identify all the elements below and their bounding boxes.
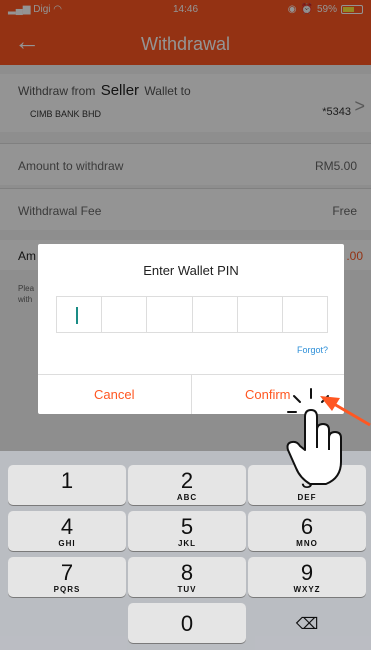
pin-digit-3[interactable] — [147, 297, 193, 332]
keyboard-dim — [0, 451, 371, 650]
dialog-title: Enter Wallet PIN — [143, 263, 239, 278]
pin-digit-4[interactable] — [193, 297, 238, 332]
forgot-pin-link[interactable]: Forgot? — [297, 345, 328, 355]
pin-digit-1[interactable] — [57, 297, 103, 332]
dialog-actions: Cancel Confirm — [38, 374, 344, 414]
text-cursor — [76, 307, 78, 324]
confirm-button[interactable]: Confirm — [190, 375, 345, 414]
pin-digit-2[interactable] — [102, 297, 148, 332]
pin-input[interactable] — [56, 296, 328, 333]
cancel-button[interactable]: Cancel — [38, 375, 191, 414]
pin-dialog: Enter Wallet PIN Forgot? Cancel Confirm — [38, 244, 344, 414]
pin-digit-6[interactable] — [283, 297, 327, 332]
pin-digit-5[interactable] — [238, 297, 283, 332]
